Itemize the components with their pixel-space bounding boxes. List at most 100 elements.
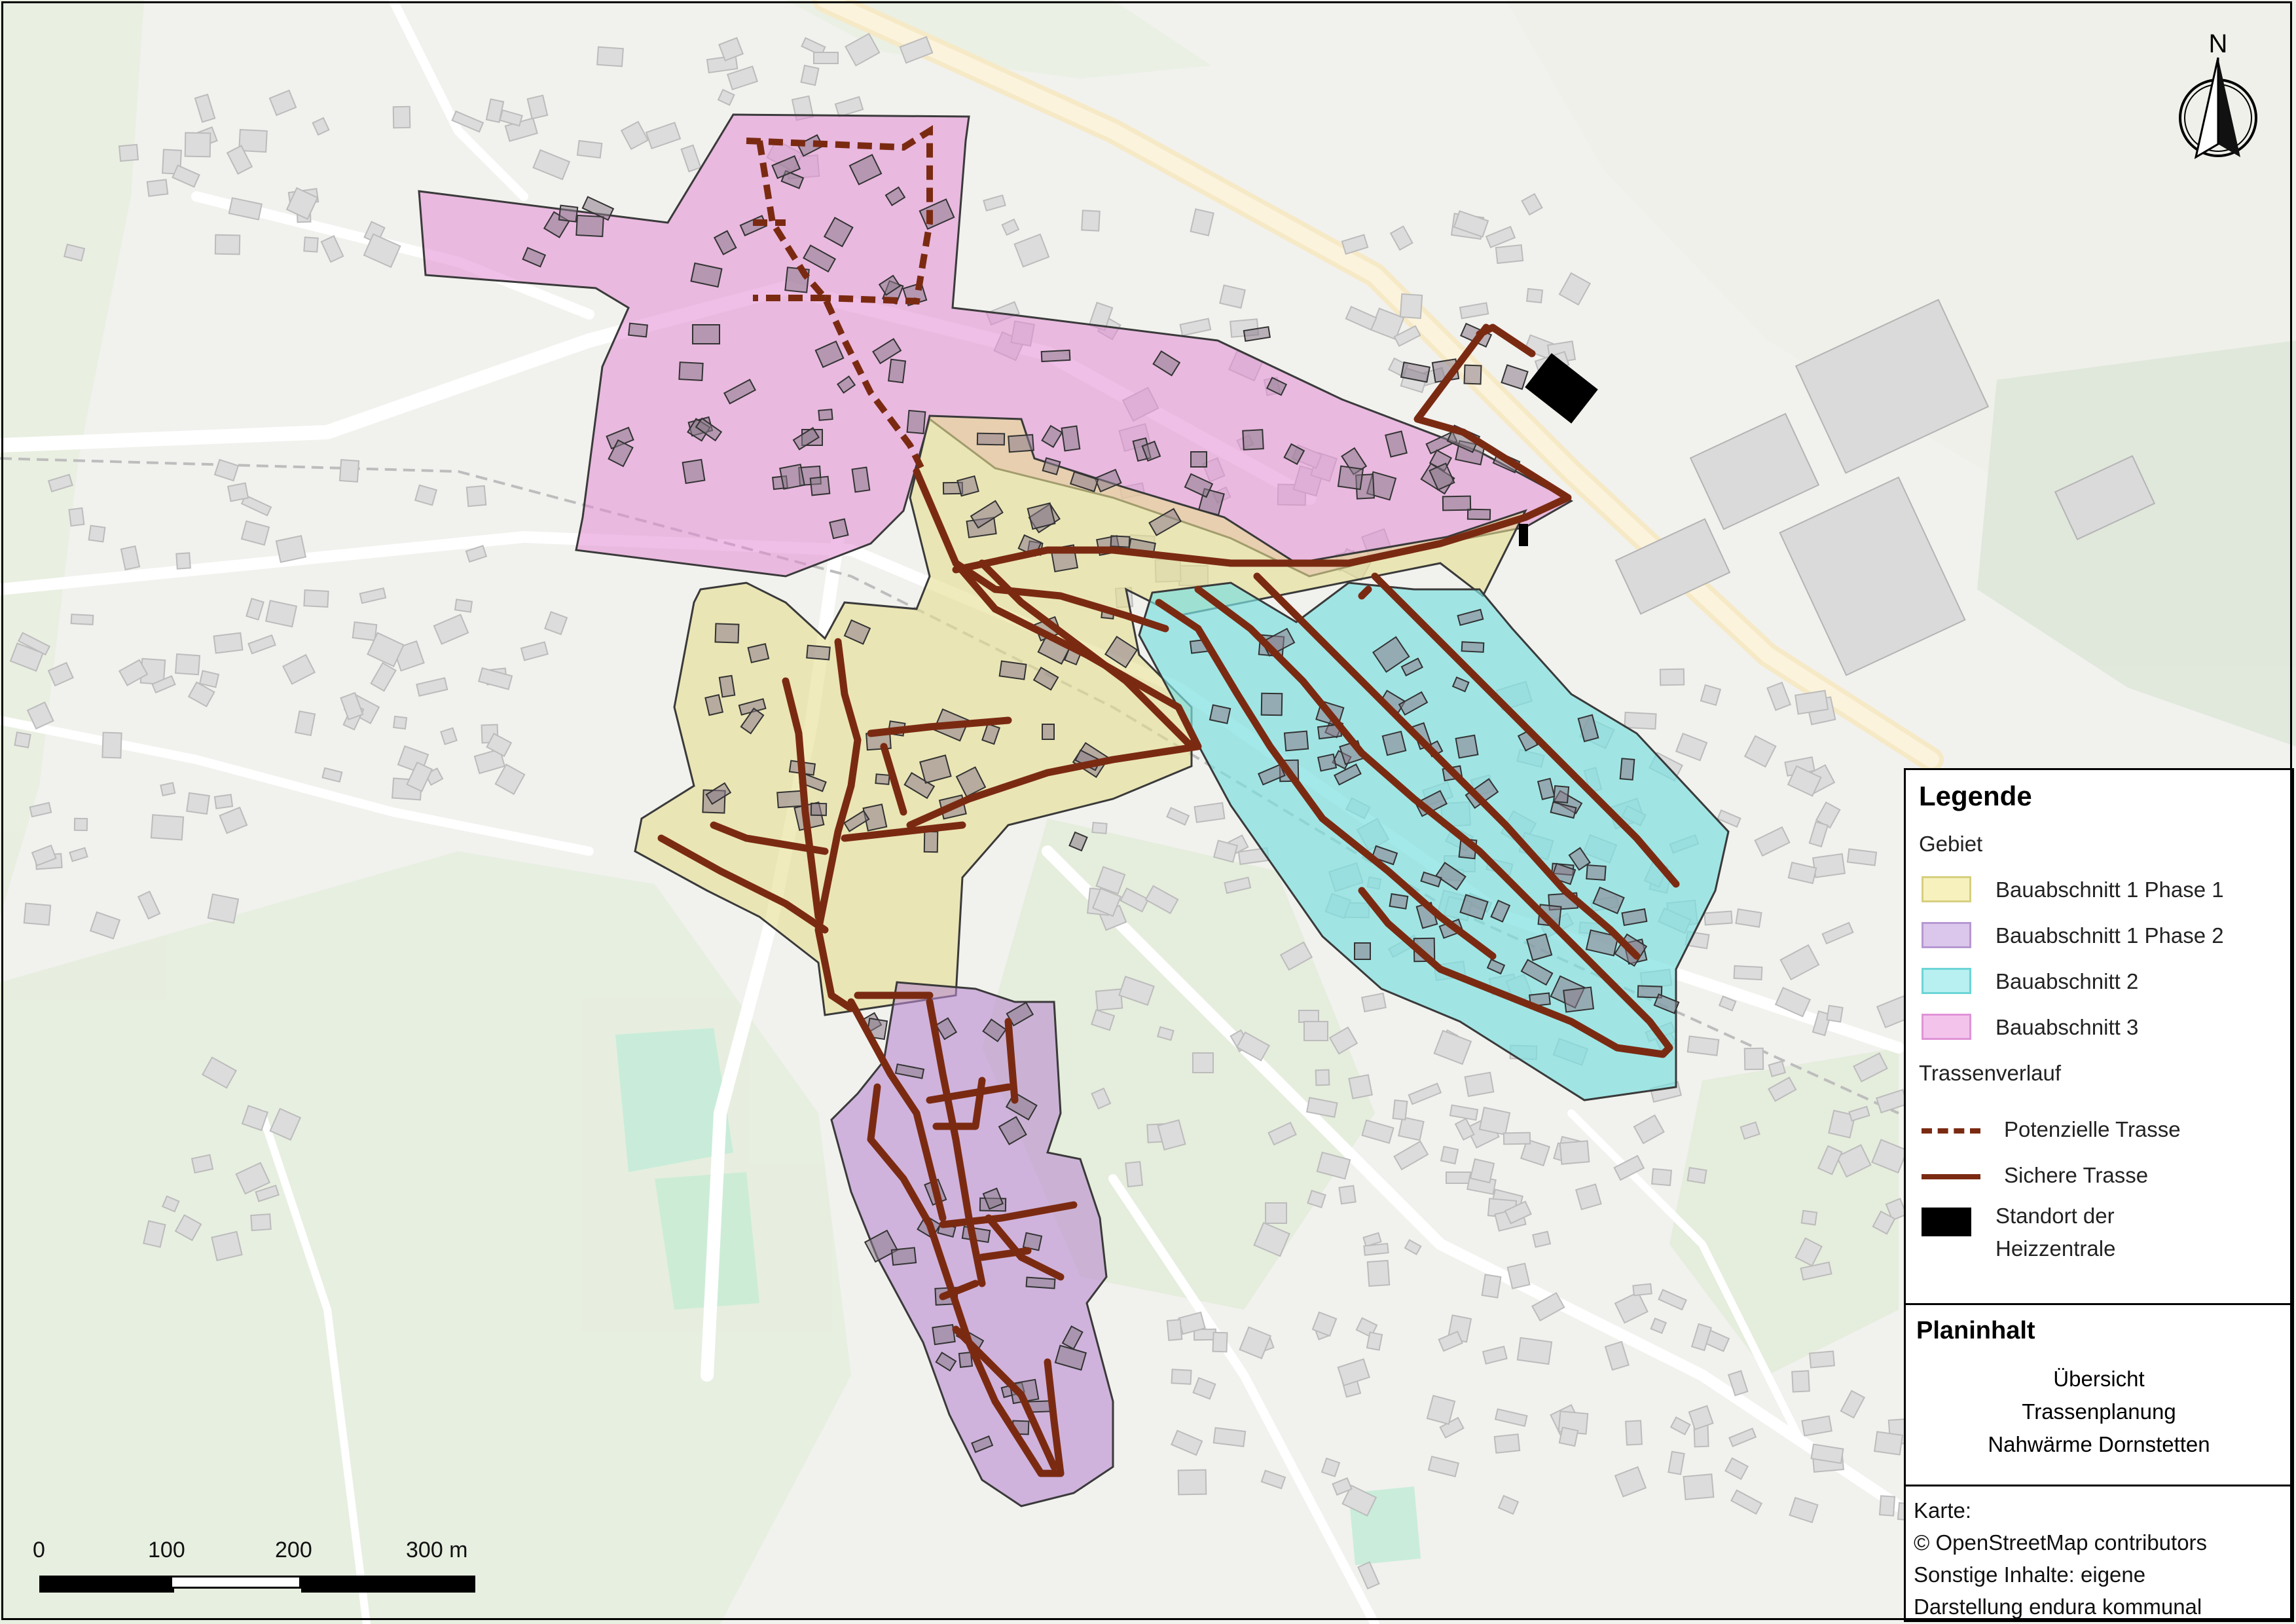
legend-swatch-phase-2 (1922, 922, 1971, 948)
building (1791, 1370, 1810, 1393)
building (88, 525, 106, 543)
building (1586, 864, 1607, 881)
building (1317, 753, 1338, 772)
planinhalt-line: Nahwärme Dornstetten (1988, 1432, 2210, 1456)
building (1503, 1132, 1531, 1145)
building (1704, 910, 1733, 926)
credits-line: © OpenStreetMap contributors (1914, 1530, 2208, 1555)
building (174, 653, 201, 676)
building (1683, 1473, 1715, 1500)
building (1363, 1242, 1389, 1256)
building (810, 802, 828, 817)
building (338, 458, 360, 483)
legend-label-heizzentrale-line1: Standort der (1995, 1204, 2115, 1228)
building (558, 204, 579, 223)
building (888, 358, 907, 384)
building (800, 64, 820, 86)
building (1800, 1209, 1818, 1226)
building (392, 105, 411, 129)
building (1559, 1140, 1590, 1165)
building (207, 893, 240, 924)
building (213, 794, 234, 809)
building (596, 46, 624, 67)
building (211, 1230, 243, 1262)
building (1177, 1469, 1207, 1496)
legend-gebiet-header: Gebiet (1919, 832, 1983, 856)
building (1469, 1158, 1495, 1184)
building (1354, 942, 1371, 960)
credits-line: Darstellung endura kommunal (1914, 1595, 2202, 1619)
building (1532, 1230, 1552, 1248)
building (1366, 1259, 1391, 1287)
building (1265, 1202, 1287, 1224)
legend-label-potenziell: Potenzielle Trasse (2004, 1117, 2181, 1141)
building (829, 518, 849, 540)
building (1873, 1431, 1904, 1456)
building (1440, 1145, 1459, 1165)
building (1219, 284, 1246, 309)
building (1624, 711, 1657, 730)
building (1040, 349, 1071, 363)
building (1337, 465, 1364, 490)
building (1298, 1010, 1319, 1023)
building (1242, 429, 1264, 451)
building (1481, 1274, 1502, 1299)
building (1526, 287, 1544, 304)
building (275, 535, 307, 563)
building (1171, 1369, 1192, 1385)
building (1558, 1426, 1579, 1447)
building (1166, 1319, 1183, 1341)
building (1283, 730, 1309, 752)
building (23, 902, 52, 926)
credits-panel: Karte: © OpenStreetMap contributors Sons… (1904, 1485, 2294, 1622)
scale-bar-segment (301, 1576, 475, 1593)
legend-panel: Legende Gebiet Bauabschnitt 1 Phase 1 Ba… (1904, 768, 2294, 1305)
scale-bar-segment (39, 1576, 174, 1593)
building (890, 1247, 917, 1266)
scale-label-0: 0 (33, 1538, 45, 1562)
building (1667, 1450, 1685, 1475)
building (1846, 848, 1878, 866)
building (214, 234, 241, 255)
building (160, 782, 176, 797)
building (776, 790, 803, 809)
building (678, 361, 704, 381)
building (184, 132, 211, 158)
legend-swatch-bauabschnitt-3 (1922, 1014, 1971, 1040)
building (101, 731, 122, 759)
legend-label-phase-2: Bauabschnitt 1 Phase 2 (1995, 923, 2224, 948)
building (70, 614, 94, 625)
legend-label-phase-1: Bauabschnitt 1 Phase 1 (1995, 877, 2224, 902)
legend-label-heizzentrale-line2: Heizzentrale (1995, 1236, 2116, 1261)
building (1091, 821, 1108, 834)
building (1303, 1021, 1328, 1041)
building (1625, 1420, 1643, 1446)
building (303, 589, 329, 608)
building (958, 1352, 974, 1368)
building (1495, 244, 1524, 265)
scale-label-200: 200 (275, 1538, 312, 1562)
map-page: N 0 100 200 300 m Legende Gebiet Bauabsc… (0, 0, 2296, 1624)
building (1478, 1107, 1511, 1135)
scale-label-300: 300 m (406, 1538, 468, 1562)
planinhalt-lines: Übersicht Trassenplanung Nahwärme Dornst… (1906, 1363, 2292, 1461)
building (1651, 1168, 1673, 1187)
building (392, 715, 408, 730)
building (1743, 1047, 1764, 1071)
building (1095, 988, 1123, 1011)
legend-trassen-header: Trassenverlauf (1919, 1061, 2062, 1085)
building (809, 475, 831, 496)
building (1446, 1172, 1471, 1184)
building (851, 466, 871, 493)
building (1467, 508, 1491, 521)
building (1686, 1035, 1720, 1056)
building (1042, 724, 1055, 740)
building (575, 214, 604, 238)
building (923, 830, 939, 853)
building (1878, 1495, 1896, 1517)
building (1399, 293, 1423, 320)
building (454, 599, 473, 613)
building (1025, 1276, 1056, 1289)
building (1516, 1337, 1553, 1365)
building (906, 409, 926, 435)
